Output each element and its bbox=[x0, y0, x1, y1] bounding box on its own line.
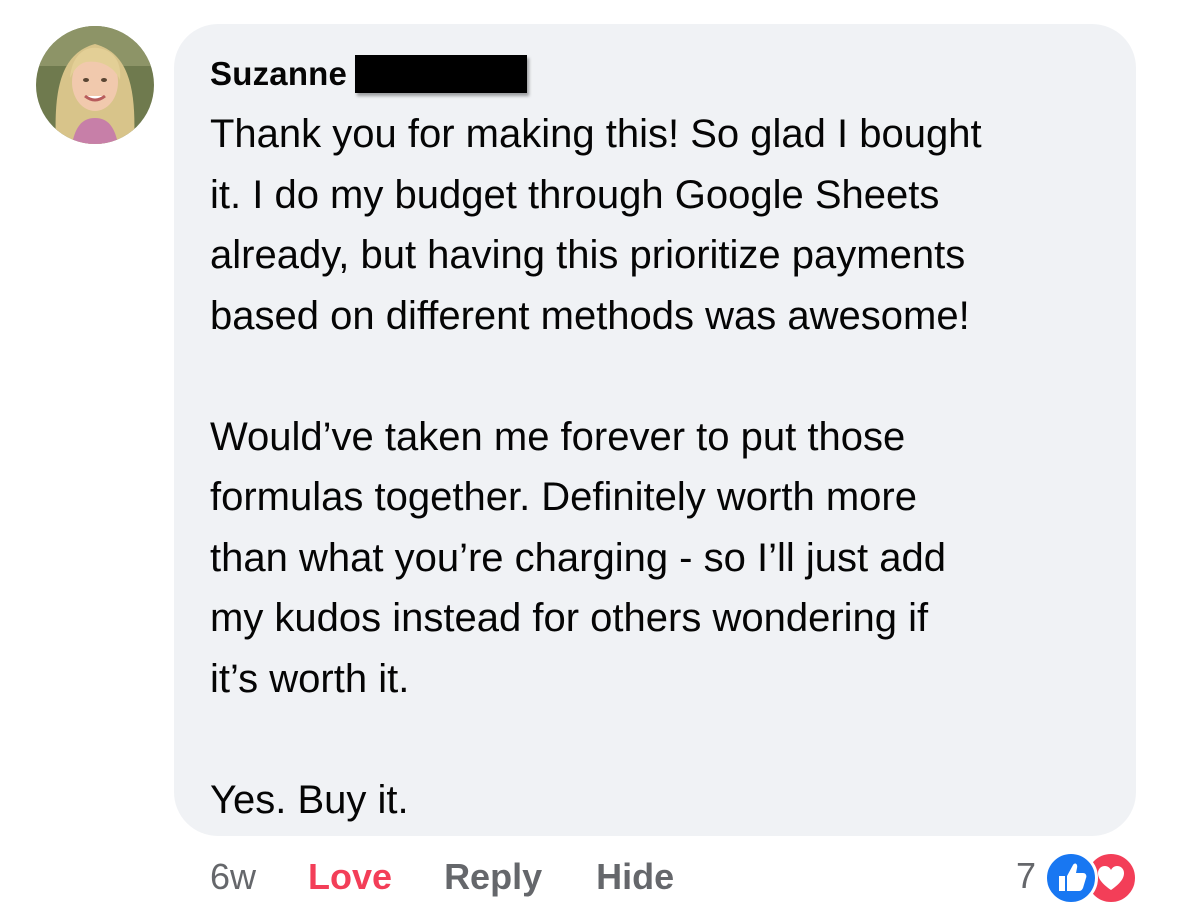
reaction-icons bbox=[1044, 849, 1140, 905]
comment-text: Thank you for making this! So glad I bou… bbox=[210, 112, 982, 822]
like-icon bbox=[1044, 851, 1098, 905]
love-button[interactable]: Love bbox=[308, 856, 392, 898]
redaction-bar bbox=[355, 55, 528, 93]
avatar-image bbox=[36, 26, 154, 144]
author-name[interactable]: Suzanne bbox=[210, 55, 347, 93]
avatar[interactable] bbox=[36, 26, 154, 144]
comment-header: Suzanne bbox=[210, 52, 1100, 96]
reactions-summary[interactable]: 7 bbox=[1015, 849, 1140, 905]
reaction-count: 7 bbox=[1015, 855, 1036, 896]
comment-bubble: Suzanne Thank you for making this! So gl… bbox=[174, 24, 1136, 836]
comment-age[interactable]: 6w bbox=[210, 856, 256, 898]
reply-button[interactable]: Reply bbox=[444, 856, 542, 898]
hide-button[interactable]: Hide bbox=[596, 856, 674, 898]
comment-actions: 6w Love Reply Hide bbox=[210, 852, 674, 902]
